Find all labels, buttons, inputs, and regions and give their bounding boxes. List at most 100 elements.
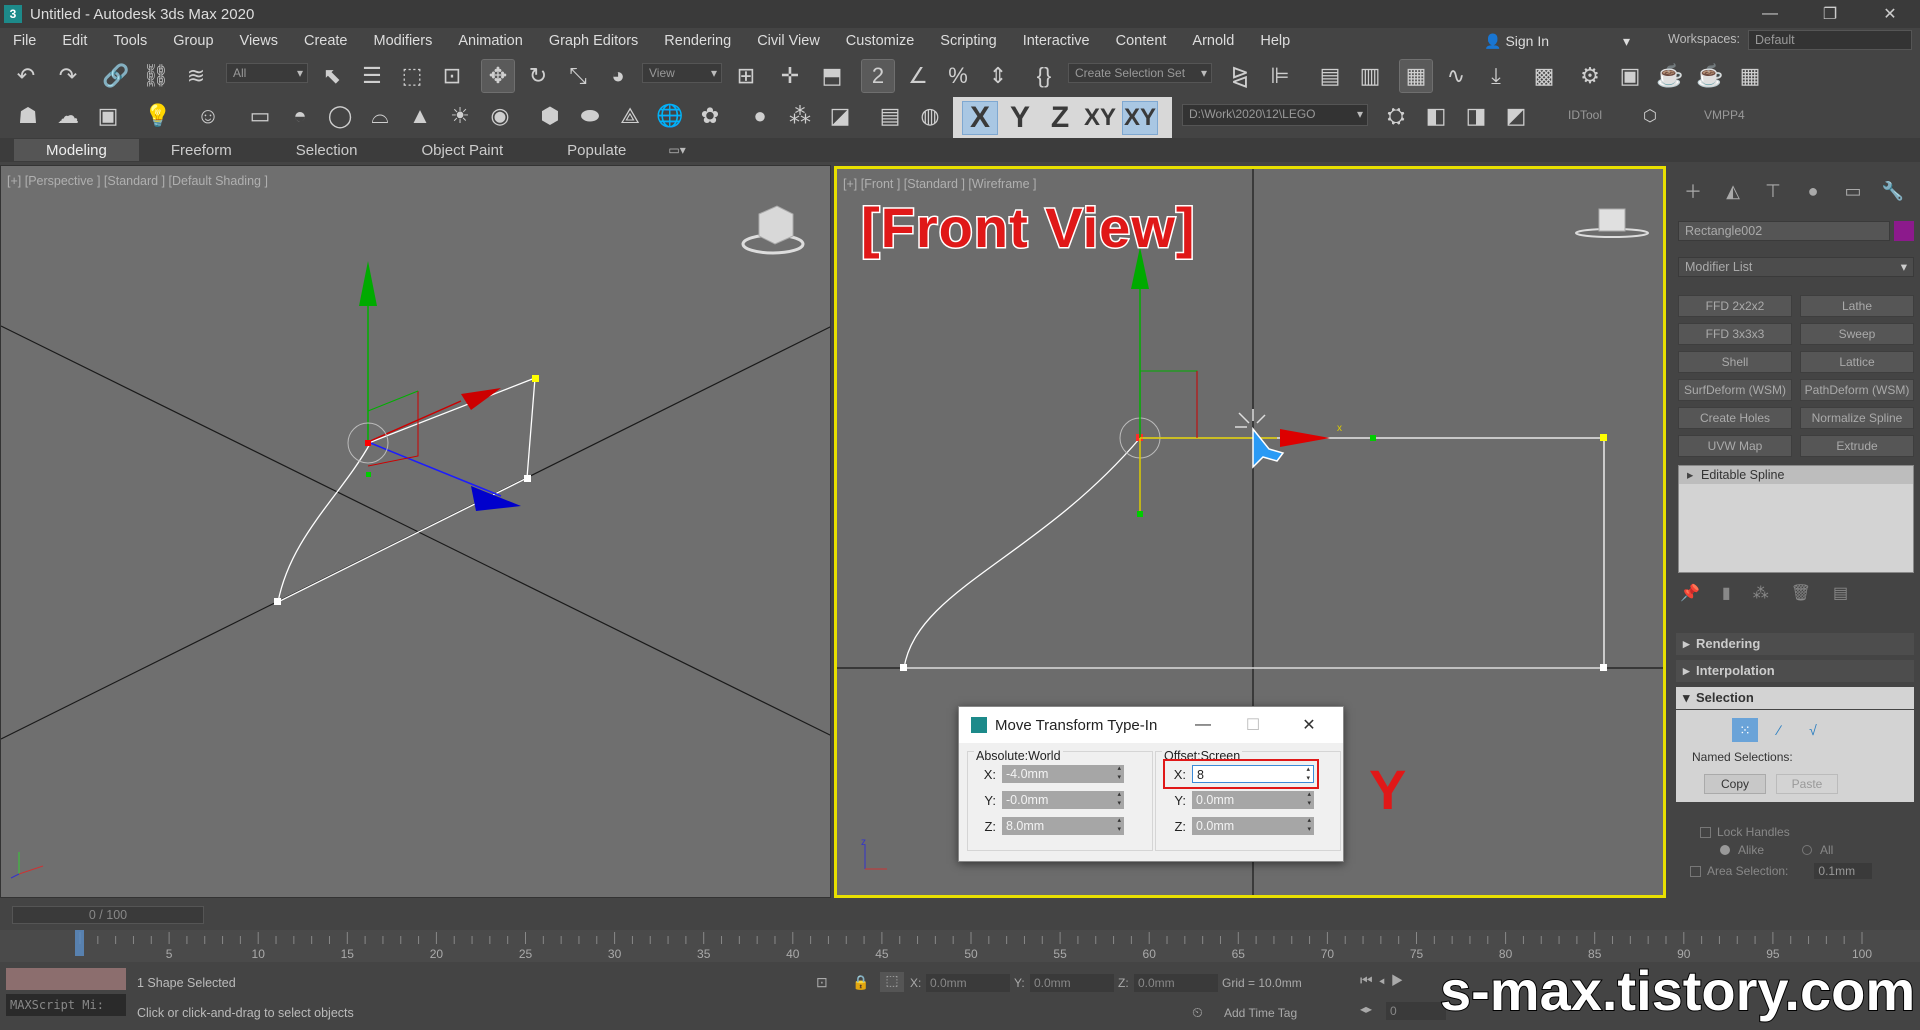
key-mode-icon[interactable]: ◂▸	[1360, 1002, 1372, 1016]
torus-icon[interactable]: ◯	[324, 100, 356, 132]
abs-x-spinner[interactable]: -4.0mm	[1002, 764, 1124, 783]
project-path-dropdown[interactable]: D:\Work\2020\12\LEGO	[1182, 104, 1368, 126]
menu-edit[interactable]: Edit	[49, 33, 100, 49]
schematic-view-icon[interactable]: ⤓	[1480, 60, 1512, 92]
playback-controls-icon[interactable]: ⏮◂▶	[1360, 972, 1409, 989]
place-icon[interactable]: ◕	[602, 60, 634, 92]
axis-z-button[interactable]: Z	[1042, 101, 1078, 135]
cone-icon[interactable]: ▲	[404, 100, 436, 132]
modifier-button[interactable]: PathDeform (WSM)	[1800, 379, 1914, 401]
render-window-icon[interactable]: ◪	[824, 100, 856, 132]
modifier-button[interactable]: FFD 2x2x2	[1678, 295, 1792, 317]
menu-customize[interactable]: Customize	[833, 33, 928, 49]
app-icon[interactable]: 3	[4, 5, 22, 23]
redo-icon[interactable]: ↷	[52, 60, 84, 92]
render-setup-icon[interactable]: ⚙	[1574, 60, 1606, 92]
bowl-icon[interactable]: ⌓	[364, 100, 396, 132]
render-production-icon[interactable]: ☕	[1654, 60, 1686, 92]
render-shortcuts-icon[interactable]: ▦	[1734, 60, 1766, 92]
curve-editor-icon[interactable]: ∿	[1440, 60, 1472, 92]
menu-content[interactable]: Content	[1103, 33, 1180, 49]
plant-icon[interactable]: ✿	[694, 100, 726, 132]
area-selection-spinner[interactable]: 0.1mm	[1814, 863, 1873, 879]
modifier-button[interactable]: SurfDeform (WSM)	[1678, 379, 1792, 401]
window-crossing-icon[interactable]: ⊡	[436, 60, 468, 92]
select-manipulate-icon[interactable]: ✛	[774, 60, 806, 92]
mirror-icon[interactable]: ⧎	[1224, 60, 1256, 92]
pin-stack-icon[interactable]: 📌	[1680, 583, 1700, 603]
isolate-selection-icon[interactable]: ⊡	[816, 974, 828, 991]
current-frame-marker[interactable]	[75, 930, 84, 956]
document-icon[interactable]: ▤	[874, 100, 906, 132]
modifier-button[interactable]: Sweep	[1800, 323, 1914, 345]
ribbon-options-icon[interactable]: ▭▾	[668, 143, 685, 157]
material-editor-icon[interactable]: ▩	[1528, 60, 1560, 92]
axis-xy-button[interactable]: XY	[1082, 101, 1118, 135]
bulb-icon[interactable]: 💡	[142, 100, 174, 132]
menu-rendering[interactable]: Rendering	[651, 33, 744, 49]
ribbon-toggle-icon[interactable]: ▦	[1399, 59, 1433, 93]
y-coord-field[interactable]: 0.0mm	[1030, 974, 1114, 992]
lock-handles-checkbox[interactable]	[1700, 826, 1711, 838]
pivot-center-icon[interactable]: ⊞	[730, 60, 762, 92]
undo-icon[interactable]: ↶	[10, 60, 42, 92]
tool-d-icon[interactable]: ◩	[1500, 100, 1532, 132]
hexagon-icon[interactable]: ⬡	[1634, 100, 1666, 132]
off-z-spinner[interactable]: 0.0mm	[1192, 816, 1314, 835]
copy-button[interactable]: Copy	[1704, 774, 1766, 794]
vertex-mode-icon[interactable]: ⁙	[1732, 718, 1758, 742]
minimize-button[interactable]: —	[1740, 0, 1800, 28]
menu-tools[interactable]: Tools	[100, 33, 160, 49]
lock-selection-icon[interactable]: 🔒	[852, 974, 869, 991]
modifier-button[interactable]: UVW Map	[1678, 435, 1792, 457]
area-selection-checkbox[interactable]	[1690, 865, 1701, 877]
snaps-toggle-icon[interactable]: 2	[861, 59, 895, 93]
object-color-swatch[interactable]	[1894, 221, 1914, 241]
alike-radio[interactable]	[1720, 845, 1730, 855]
box-icon[interactable]: ▭	[244, 100, 276, 132]
angle-snap-icon[interactable]: ∠	[902, 60, 934, 92]
selection-filter-dropdown[interactable]: All	[226, 63, 308, 83]
edit-named-selection-icon[interactable]: {}	[1028, 60, 1060, 92]
keyboard-shortcut-icon[interactable]: ⬒	[816, 60, 848, 92]
display-tab-icon[interactable]: ▭	[1836, 177, 1870, 205]
align-icon[interactable]: ⊫	[1264, 60, 1296, 92]
select-object-icon[interactable]: ⬉	[316, 60, 348, 92]
teapot-icon[interactable]: ☗	[12, 100, 44, 132]
rollout-rendering[interactable]: Rendering	[1676, 633, 1914, 655]
z-coord-field[interactable]: 0.0mm	[1134, 974, 1218, 992]
modifier-button[interactable]: Extrude	[1800, 435, 1914, 457]
configure-sets-icon[interactable]: ▤	[1833, 583, 1848, 603]
menu-arnold[interactable]: Arnold	[1179, 33, 1247, 49]
paste-button[interactable]: Paste	[1776, 774, 1838, 794]
render-iterative-icon[interactable]: ☕	[1694, 60, 1726, 92]
rect-selection-icon[interactable]: ⬚	[396, 60, 428, 92]
globe-icon[interactable]: 🌐	[654, 100, 686, 132]
image-icon[interactable]: ▣	[92, 100, 124, 132]
layer-explorer-icon[interactable]: ▥	[1354, 60, 1386, 92]
tool-b-icon[interactable]: ◧	[1420, 100, 1452, 132]
unlink-icon[interactable]: ⛓	[140, 60, 172, 92]
maximize-button[interactable]: ❐	[1800, 0, 1860, 28]
sign-in-button[interactable]: 👤 Sign In ▾	[1484, 29, 1630, 53]
tab-selection[interactable]: Selection	[264, 139, 390, 161]
create-tab-icon[interactable]: ＋	[1676, 177, 1710, 205]
abs-y-spinner[interactable]: -0.0mm	[1002, 790, 1124, 809]
hemisphere-icon[interactable]: ◓	[284, 100, 316, 132]
axis-y-button[interactable]: Y	[1002, 101, 1038, 135]
spline-mode-icon[interactable]: √	[1800, 718, 1826, 742]
rollout-interpolation[interactable]: Interpolation	[1676, 660, 1914, 682]
x-coord-field[interactable]: 0.0mm	[926, 974, 1010, 992]
make-unique-icon[interactable]: ⁂	[1753, 583, 1769, 603]
sun-icon[interactable]: ☀	[444, 100, 476, 132]
segment-mode-icon[interactable]: ∕	[1766, 718, 1792, 742]
cubes-icon[interactable]: ⬢	[534, 100, 566, 132]
reference-coordinate-dropdown[interactable]: View	[642, 63, 722, 83]
all-radio[interactable]	[1802, 845, 1813, 855]
menu-help[interactable]: Help	[1247, 33, 1303, 49]
menu-file[interactable]: File	[0, 33, 49, 49]
tab-modeling[interactable]: Modeling	[14, 139, 139, 161]
time-tag-icon[interactable]: ⏲	[1192, 1004, 1203, 1021]
viewcube-front[interactable]	[1575, 205, 1649, 245]
link-icon[interactable]: 🔗	[100, 60, 132, 92]
